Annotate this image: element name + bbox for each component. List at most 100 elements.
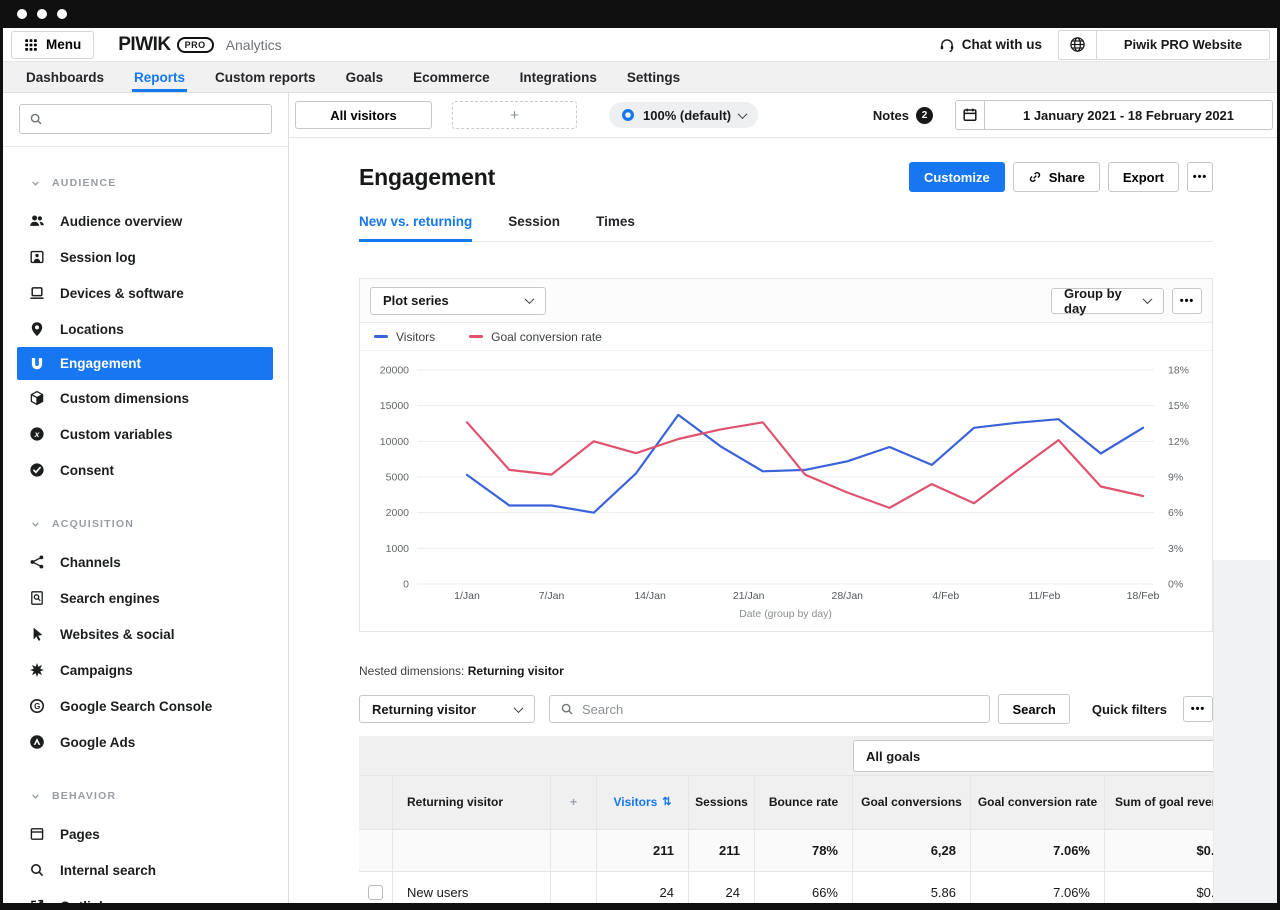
legend-item-goal-conversion-rate[interactable]: Goal conversion rate — [469, 330, 602, 344]
nav-tab-goals[interactable]: Goals — [331, 62, 399, 92]
calendar-icon — [962, 107, 978, 123]
svg-text:0: 0 — [403, 579, 409, 591]
sidebar-item-label: Search engines — [60, 591, 160, 606]
table-cell: 211 — [689, 830, 755, 872]
sidebar-search-input[interactable] — [50, 112, 262, 127]
report-tab-new-vs-returning[interactable]: New vs. returning — [359, 214, 472, 241]
sidebar-item-channels[interactable]: Channels — [3, 544, 273, 580]
sidebar-item-label: Websites & social — [60, 627, 175, 642]
link-icon — [1028, 170, 1042, 184]
sidebar-item-engagement[interactable]: Engagement — [17, 347, 273, 380]
window-minimize-dot[interactable] — [37, 9, 47, 19]
sidebar-item-label: Google Search Console — [60, 699, 212, 714]
column-header-goal-conversions[interactable]: Goal conversions — [853, 776, 971, 830]
sidebar-item-search-engines[interactable]: Search engines — [3, 580, 273, 616]
notes-button[interactable]: Notes 2 — [873, 107, 933, 124]
nav-tab-dashboards[interactable]: Dashboards — [11, 62, 119, 92]
menu-button[interactable]: Menu — [11, 31, 94, 59]
sidebar-item-custom-dimensions[interactable]: Custom dimensions — [3, 380, 273, 416]
sidebar-item-custom-variables[interactable]: xCustom variables — [3, 416, 273, 452]
dimension-select[interactable]: Returning visitor — [359, 695, 535, 723]
column-header-bounce-rate[interactable]: Bounce rate — [755, 776, 853, 830]
column-header-visitors[interactable]: Visitors⇅ — [597, 776, 689, 830]
website-name[interactable]: Piwik PRO Website — [1097, 31, 1269, 59]
logo-suffix: Analytics — [226, 37, 282, 53]
sidebar-section-header-audience[interactable]: AUDIENCE — [3, 169, 288, 197]
all-goals-select[interactable]: All goals — [853, 740, 1213, 772]
sidebar-item-google-ads[interactable]: Google Ads — [3, 724, 273, 760]
chevron-down-icon — [525, 294, 535, 304]
chat-with-us-button[interactable]: Chat with us — [939, 37, 1042, 53]
sidebar-item-locations[interactable]: Locations — [3, 311, 273, 347]
sampling-pill[interactable]: 100% (default) — [609, 102, 758, 128]
nav-tab-ecommerce[interactable]: Ecommerce — [398, 62, 505, 92]
date-range-field[interactable]: 1 January 2021 - 18 February 2021 — [985, 100, 1273, 130]
sidebar-item-consent[interactable]: Consent — [3, 452, 273, 488]
report-actions: Customize Share Export ••• — [909, 162, 1213, 192]
table-search-input[interactable] — [582, 702, 979, 717]
table-cell: 24 — [689, 872, 755, 903]
nested-dimensions-line: Nested dimensions: Returning visitor — [359, 664, 1213, 678]
data-table: All goals Returning visitor+Visitors⇅Sess… — [359, 736, 1213, 903]
column-header-sum-of-goal-revenue[interactable]: Sum of goal revenue — [1105, 776, 1213, 830]
sidebar-item-pages[interactable]: Pages — [3, 816, 273, 852]
logo-pro-badge: PRO — [177, 37, 214, 53]
plot-series-select[interactable]: Plot series — [370, 287, 546, 315]
magnifier-icon — [29, 862, 45, 878]
window-maximize-dot[interactable] — [57, 9, 67, 19]
sidebar-item-audience-overview[interactable]: Audience overview — [3, 203, 273, 239]
chevron-down-icon — [29, 790, 42, 803]
sidebar-item-outlinks[interactable]: Outlinks — [3, 888, 273, 903]
nav-tab-settings[interactable]: Settings — [612, 62, 695, 92]
sidebar-search-box[interactable] — [19, 104, 272, 134]
table-cell — [359, 872, 393, 903]
svg-text:10000: 10000 — [380, 436, 409, 448]
report-more-button[interactable]: ••• — [1187, 162, 1213, 192]
sidebar-item-google-search-console[interactable]: G Google Search Console — [3, 688, 273, 724]
export-button[interactable]: Export — [1108, 162, 1179, 192]
table-more-button[interactable]: ••• — [1183, 696, 1213, 722]
report-tab-session[interactable]: Session — [508, 214, 560, 241]
sidebar-section-acquisition: ACQUISITION Channels Search engines Website… — [3, 510, 288, 760]
window-close-dot[interactable] — [17, 9, 27, 19]
svg-text:G: G — [34, 702, 40, 711]
page-title: Engagement — [359, 164, 495, 191]
sidebar-item-campaigns[interactable]: Campaigns — [3, 652, 273, 688]
report-tab-times[interactable]: Times — [596, 214, 635, 241]
globe-button[interactable] — [1059, 31, 1097, 59]
calendar-button[interactable] — [955, 100, 985, 130]
sidebar-item-devices-software[interactable]: Devices & software — [3, 275, 273, 311]
main-nav-tabs: DashboardsReportsCustom reportsGoalsEcom… — [3, 62, 1277, 93]
nav-tab-custom-reports[interactable]: Custom reports — [200, 62, 331, 92]
add-column-button[interactable]: + — [551, 776, 597, 830]
sidebar-item-internal-search[interactable]: Internal search — [3, 852, 273, 888]
search-icon — [560, 702, 574, 716]
table-search-box[interactable] — [549, 695, 990, 723]
report-tabs: New vs. returning Session Times — [359, 214, 1213, 242]
sidebar-section-header-behavior[interactable]: BEHAVIOR — [3, 782, 288, 810]
nav-tab-reports[interactable]: Reports — [119, 62, 200, 92]
column-header-returning-visitor[interactable]: Returning visitor — [393, 776, 551, 830]
nav-tab-integrations[interactable]: Integrations — [505, 62, 612, 92]
search-button[interactable]: Search — [998, 694, 1069, 724]
customize-button[interactable]: Customize — [909, 162, 1005, 192]
sidebar-item-label: Custom variables — [60, 427, 173, 442]
sidebar-section-behavior: BEHAVIOR PagesInternal searchOutlinks — [3, 782, 288, 903]
sidebar-item-label: Devices & software — [60, 286, 184, 301]
column-header-goal-conversion-rate[interactable]: Goal conversion rate — [971, 776, 1105, 830]
row-checkbox[interactable] — [368, 885, 383, 900]
group-by-select[interactable]: Group by day — [1051, 288, 1164, 314]
quick-filters-button[interactable]: Quick filters — [1084, 702, 1175, 717]
sidebar-item-websites-social[interactable]: Websites & social — [3, 616, 273, 652]
legend-item-visitors[interactable]: Visitors — [374, 330, 435, 344]
column-header-sessions[interactable]: Sessions — [689, 776, 755, 830]
sidebar-section-header-acquisition[interactable]: ACQUISITION — [3, 510, 288, 538]
chart-panel-header: Plot series Group by day ••• — [360, 279, 1212, 323]
sidebar-item-session-log[interactable]: Session log — [3, 239, 273, 275]
add-segment-button[interactable]: + — [452, 101, 577, 129]
logo-brand: PIWIK — [118, 34, 170, 56]
chart-more-button[interactable]: ••• — [1172, 288, 1202, 314]
share-button[interactable]: Share — [1013, 162, 1100, 192]
sidebar-item-label: Consent — [60, 463, 114, 478]
segment-all-visitors-button[interactable]: All visitors — [295, 101, 432, 129]
